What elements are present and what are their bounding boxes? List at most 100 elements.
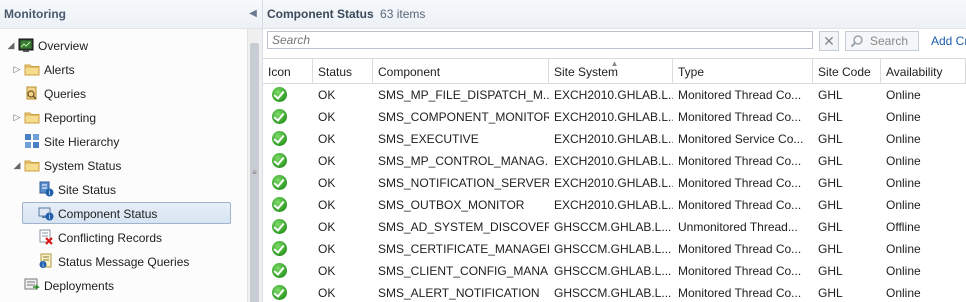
table-row[interactable]: OK SMS_ALERT_NOTIFICATION GHSCCM.GHLAB.L..… bbox=[263, 282, 966, 302]
column-header-status[interactable]: Status bbox=[313, 59, 373, 83]
search-input[interactable] bbox=[267, 31, 813, 49]
cell-component: SMS_MP_FILE_DISPATCH_M... bbox=[378, 88, 549, 102]
column-header-component[interactable]: Component bbox=[373, 59, 549, 83]
status-icon-cell bbox=[263, 172, 313, 194]
nav-item-deployments[interactable]: Deployments bbox=[10, 274, 114, 296]
cell-component: SMS_EXECUTIVE bbox=[378, 132, 479, 146]
sort-ascending-icon: ▲ bbox=[610, 59, 619, 68]
search-bar: ✕ Search Add Cr bbox=[263, 29, 966, 53]
cell-status: OK bbox=[318, 286, 336, 300]
nav-item-site-hierarchy[interactable]: Site Hierarchy bbox=[10, 130, 119, 152]
nav-item-site-status[interactable]: i Site Status bbox=[24, 178, 116, 200]
cell-component: SMS_NOTIFICATION_SERVER bbox=[378, 176, 549, 190]
column-header-site-code[interactable]: Site Code bbox=[813, 59, 881, 83]
svg-text:i: i bbox=[42, 263, 43, 269]
column-header-label: Availability bbox=[886, 65, 943, 79]
cell-component: SMS_CLIENT_CONFIG_MANA... bbox=[378, 264, 549, 278]
table-row[interactable]: OK SMS_EXECUTIVE EXCH2010.GHLAB.L... Monito… bbox=[263, 128, 966, 150]
column-header-site-system[interactable]: Site System ▲ bbox=[549, 59, 673, 83]
expand-arrow-icon[interactable]: ▷ bbox=[10, 106, 24, 128]
cell-site-code: GHL bbox=[818, 264, 843, 278]
cell-availability: Online bbox=[886, 154, 921, 168]
table-row[interactable]: OK SMS_AD_SYSTEM_DISCOVER... GHSCCM.GHLAB.… bbox=[263, 216, 966, 238]
cell-availability: Online bbox=[886, 242, 921, 256]
cell-site-code: GHL bbox=[818, 198, 843, 212]
cell-type: Monitored Thread Co... bbox=[678, 88, 802, 102]
status-icon-cell bbox=[263, 106, 313, 128]
cell-type: Monitored Thread Co... bbox=[678, 286, 802, 300]
collapse-arrow-icon[interactable]: ◢ bbox=[4, 34, 18, 56]
collapse-pane-button[interactable]: ◀ bbox=[247, 0, 259, 28]
cell-availability: Online bbox=[886, 88, 921, 102]
conflicting-records-icon bbox=[38, 229, 54, 245]
status-icon-cell bbox=[263, 260, 313, 282]
ok-check-icon bbox=[272, 219, 287, 234]
expand-arrow-icon[interactable]: ▷ bbox=[10, 58, 24, 80]
table-row[interactable]: OK SMS_MP_CONTROL_MANAG... EXCH2010.GHLAB.… bbox=[263, 150, 966, 172]
ok-check-icon bbox=[272, 197, 287, 212]
search-button-label: Search bbox=[870, 34, 909, 48]
status-icon-cell bbox=[263, 150, 313, 172]
item-count: 63 items bbox=[380, 7, 426, 21]
nav-scrollbar[interactable]: ≡ bbox=[247, 29, 262, 302]
ok-check-icon bbox=[272, 263, 287, 278]
column-header-label: Type bbox=[678, 65, 705, 79]
table-row[interactable]: OK SMS_NOTIFICATION_SERVER EXCH2010.GHLAB.… bbox=[263, 172, 966, 194]
cell-status: OK bbox=[318, 264, 336, 278]
table-row[interactable]: OK SMS_MP_FILE_DISPATCH_M... EXCH2010.GHLA… bbox=[263, 84, 966, 106]
column-header-label: Icon bbox=[268, 65, 291, 79]
nav-item-status-message-queries[interactable]: i Status Message Queries bbox=[24, 250, 189, 272]
cell-availability: Online bbox=[886, 110, 921, 124]
cell-type: Monitored Thread Co... bbox=[678, 110, 802, 124]
nav-scrollbar-thumb[interactable]: ≡ bbox=[250, 43, 259, 302]
nav-item-overview[interactable]: ◢ Overview bbox=[4, 34, 88, 56]
nav-item-label: Status Message Queries bbox=[58, 254, 190, 269]
nav-item-label: Alerts bbox=[44, 62, 75, 77]
folder-icon bbox=[24, 61, 40, 77]
nav-item-label: Component Status bbox=[58, 206, 158, 221]
site-hierarchy-icon bbox=[24, 133, 40, 149]
search-button[interactable]: Search bbox=[845, 31, 919, 51]
nav-item-queries[interactable]: Queries bbox=[10, 82, 86, 104]
cell-type: Monitored Thread Co... bbox=[678, 154, 802, 168]
nav-item-alerts[interactable]: ▷ Alerts bbox=[10, 58, 75, 80]
cell-site-system: GHSCCM.GHLAB.L... bbox=[554, 220, 672, 234]
table-row[interactable]: OK SMS_OUTBOX_MONITOR EXCH2010.GHLAB.L... M… bbox=[263, 194, 966, 216]
nav-item-system-status[interactable]: ◢ System Status bbox=[10, 154, 122, 176]
ok-check-icon bbox=[272, 153, 287, 168]
cell-type: Unmonitored Thread... bbox=[678, 220, 798, 234]
column-header-availability[interactable]: Availability bbox=[881, 59, 966, 83]
scrollbar-grip-icon: ≡ bbox=[252, 168, 257, 177]
cell-type: Monitored Thread Co... bbox=[678, 242, 802, 256]
cell-status: OK bbox=[318, 110, 336, 124]
site-status-icon: i bbox=[38, 181, 54, 197]
cell-status: OK bbox=[318, 220, 336, 234]
cell-site-code: GHL bbox=[818, 88, 843, 102]
nav-item-reporting[interactable]: ▷ Reporting bbox=[10, 106, 97, 128]
nav-item-component-status[interactable]: i Component Status bbox=[22, 202, 231, 224]
table-header: Icon Status Component Site System ▲ Type Site … bbox=[263, 58, 966, 84]
collapse-arrow-icon[interactable]: ◢ bbox=[10, 154, 24, 176]
nav-item-conflicting-records[interactable]: Conflicting Records bbox=[24, 226, 162, 248]
table-row[interactable]: OK SMS_COMPONENT_MONITOR EXCH2010.GHLAB.L.… bbox=[263, 106, 966, 128]
clear-search-button[interactable]: ✕ bbox=[819, 31, 839, 51]
cell-component: SMS_ALERT_NOTIFICATION bbox=[378, 286, 540, 300]
column-header-type[interactable]: Type bbox=[673, 59, 813, 83]
add-criteria-link[interactable]: Add Cr bbox=[931, 31, 966, 51]
content-pane: Component Status 63 items ✕ Search Add C… bbox=[263, 0, 966, 302]
column-header-label: Component bbox=[378, 65, 441, 79]
cell-site-code: GHL bbox=[818, 176, 843, 190]
component-status-table: Icon Status Component Site System ▲ Type Site … bbox=[263, 58, 966, 302]
table-row[interactable]: OK SMS_CLIENT_CONFIG_MANA... GHSCCM.GHLAB.… bbox=[263, 260, 966, 282]
nav-header: Monitoring bbox=[0, 0, 262, 29]
column-header-icon[interactable]: Icon bbox=[263, 59, 313, 83]
cell-site-system: EXCH2010.GHLAB.L... bbox=[554, 154, 673, 168]
cell-type: Monitored Thread Co... bbox=[678, 264, 802, 278]
nav-item-label: Reporting bbox=[44, 110, 97, 125]
nav-item-label: System Status bbox=[44, 158, 122, 173]
ok-check-icon bbox=[272, 285, 287, 300]
folder-icon bbox=[24, 157, 40, 173]
status-icon-cell bbox=[263, 282, 313, 302]
table-row[interactable]: OK SMS_CERTIFICATE_MANAGER GHSCCM.GHLAB.L.… bbox=[263, 238, 966, 260]
cell-type: Monitored Thread Co... bbox=[678, 176, 802, 190]
